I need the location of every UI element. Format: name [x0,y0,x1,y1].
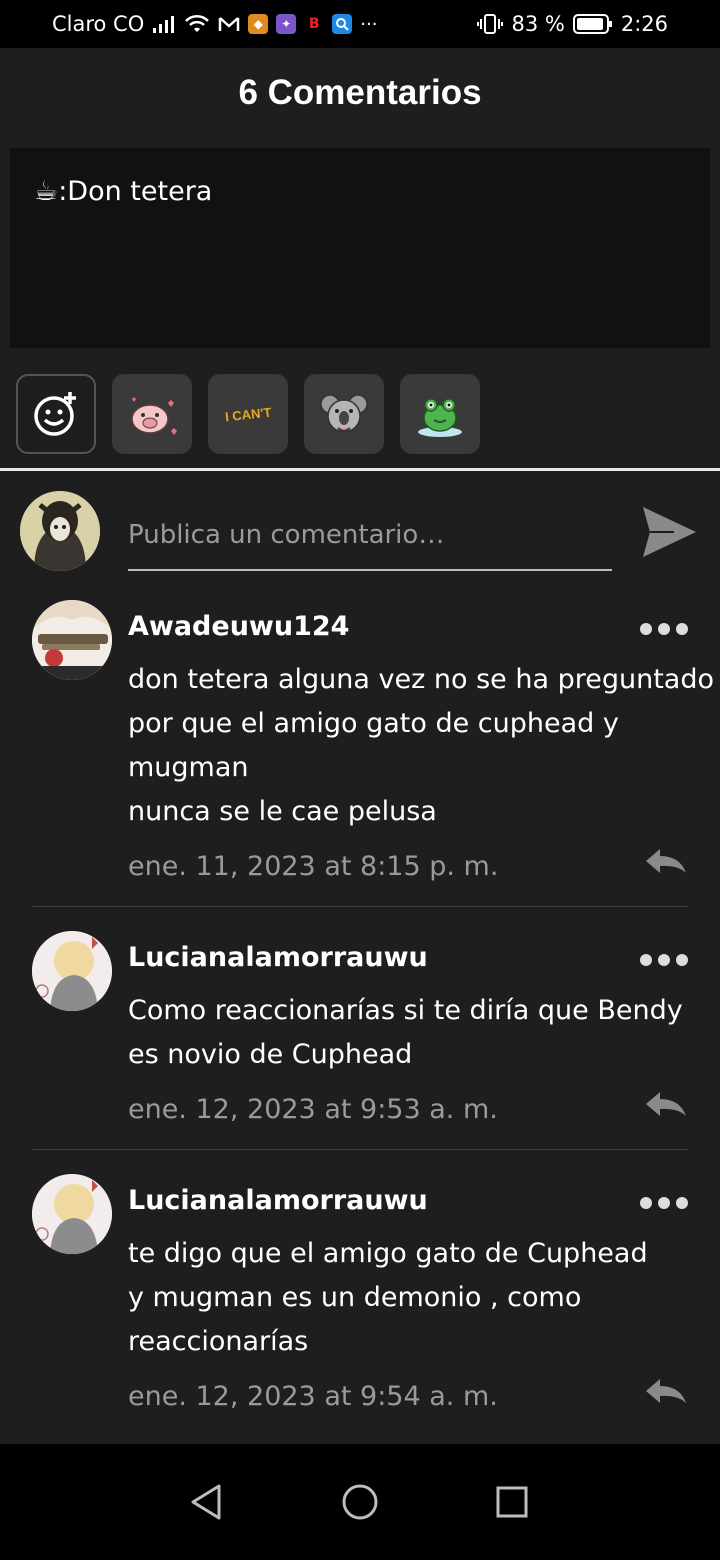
recents-icon [496,1486,528,1518]
more-options-button[interactable] [640,1193,690,1213]
search-app-icon [332,14,353,34]
comment-avatar[interactable] [32,1174,112,1254]
comment-line: es novio de Cuphead [128,1039,413,1070]
comment-avatar[interactable] [32,931,112,1011]
comment-date: ene. 12, 2023 at 9:53 a. m. [128,1094,498,1125]
reply-button[interactable] [644,847,688,877]
app-icon-orange: ◆ [248,14,269,34]
comment-username[interactable]: Lucianalamorrauwu [128,1185,428,1216]
frog-sticker-icon [418,398,462,437]
comment-separator [32,1149,688,1150]
status-left: Claro CO ◆ ✦ B ··· [52,0,377,48]
comment-text: te digo que el amigo gato de Cuphead y m… [128,1232,708,1364]
comment-line: mugman [128,752,249,783]
home-icon [342,1484,378,1520]
status-right: 83 % 2:26 [477,0,668,48]
i-cant-sticker-text: I CAN'T [224,404,272,424]
comment-line: reaccionarías [128,1326,309,1357]
comment-line: don tetera alguna vez no se ha preguntad… [128,664,714,695]
comment-date: ene. 11, 2023 at 8:15 p. m. [128,851,499,882]
comment-username[interactable]: Lucianalamorrauwu [128,942,428,973]
gmail-icon [218,15,240,33]
home-button[interactable] [340,1482,380,1522]
more-icon: ··· [360,13,378,35]
more-options-button[interactable] [640,619,690,639]
add-sticker-button[interactable] [16,374,96,454]
reply-icon [646,1092,686,1116]
reply-button[interactable] [644,1377,688,1407]
reply-icon [646,1379,686,1403]
battery-icon [572,13,613,35]
comment-text: Como reaccionarías si te diría que Bendy… [128,989,708,1077]
vibrate-icon [477,13,504,35]
app-icon-purple: ✦ [276,14,297,34]
more-options-button[interactable] [640,950,690,970]
send-button[interactable] [640,503,698,561]
sticker-frog[interactable] [400,374,480,454]
comment-line: te digo que el amigo gato de Cuphead [128,1238,648,1269]
sticker-pig[interactable] [112,374,192,454]
battery-percent: 83 % [511,12,565,36]
koala-sticker-icon [320,394,368,433]
comment-username[interactable]: Awadeuwu124 [128,611,349,642]
wifi-icon [184,14,210,34]
comment-line: Como reaccionarías si te diría que Bendy [128,995,683,1026]
comment-date: ene. 12, 2023 at 9:54 a. m. [128,1381,498,1412]
sticker-koala[interactable] [304,374,384,454]
comment-line: y mugman es un demonio , como [128,1282,582,1313]
page-title: 6 Comentarios [238,73,482,112]
post-text: ☕:Don tetera [34,176,213,207]
my-avatar[interactable] [20,491,100,571]
comment-separator [32,906,688,907]
comment-avatar[interactable] [32,600,112,680]
back-button[interactable] [186,1482,226,1522]
clock: 2:26 [620,12,668,36]
status-bar: Claro CO ◆ ✦ B ··· 83 % 2:26 [0,0,720,48]
add-sticker-icon [34,392,76,436]
comment-line: por que el amigo gato de cuphead y [128,708,619,739]
sticker-row: I CAN'T [0,358,720,468]
system-nav-bar [0,1444,720,1560]
header: 6 Comentarios [0,48,720,138]
post-box: ☕:Don tetera [10,148,710,348]
comment-input[interactable] [128,501,612,571]
reply-button[interactable] [644,1090,688,1120]
comment-line: nunca se le cae pelusa [128,796,437,827]
bilibili-icon: B [304,14,325,34]
back-icon [191,1484,221,1520]
signal-icon [152,14,176,34]
carrier-name: Claro CO [52,12,145,36]
send-icon [643,507,696,557]
pig-sticker-icon [131,397,177,435]
sticker-i-cant[interactable]: I CAN'T [208,374,288,454]
comment-text: don tetera alguna vez no se ha preguntad… [128,658,714,834]
comments-list: Awadeuwu124 don tetera alguna vez no se … [0,471,720,1444]
reply-icon [646,849,686,873]
recents-button[interactable] [492,1482,532,1522]
post-container: ☕:Don tetera [0,138,720,358]
